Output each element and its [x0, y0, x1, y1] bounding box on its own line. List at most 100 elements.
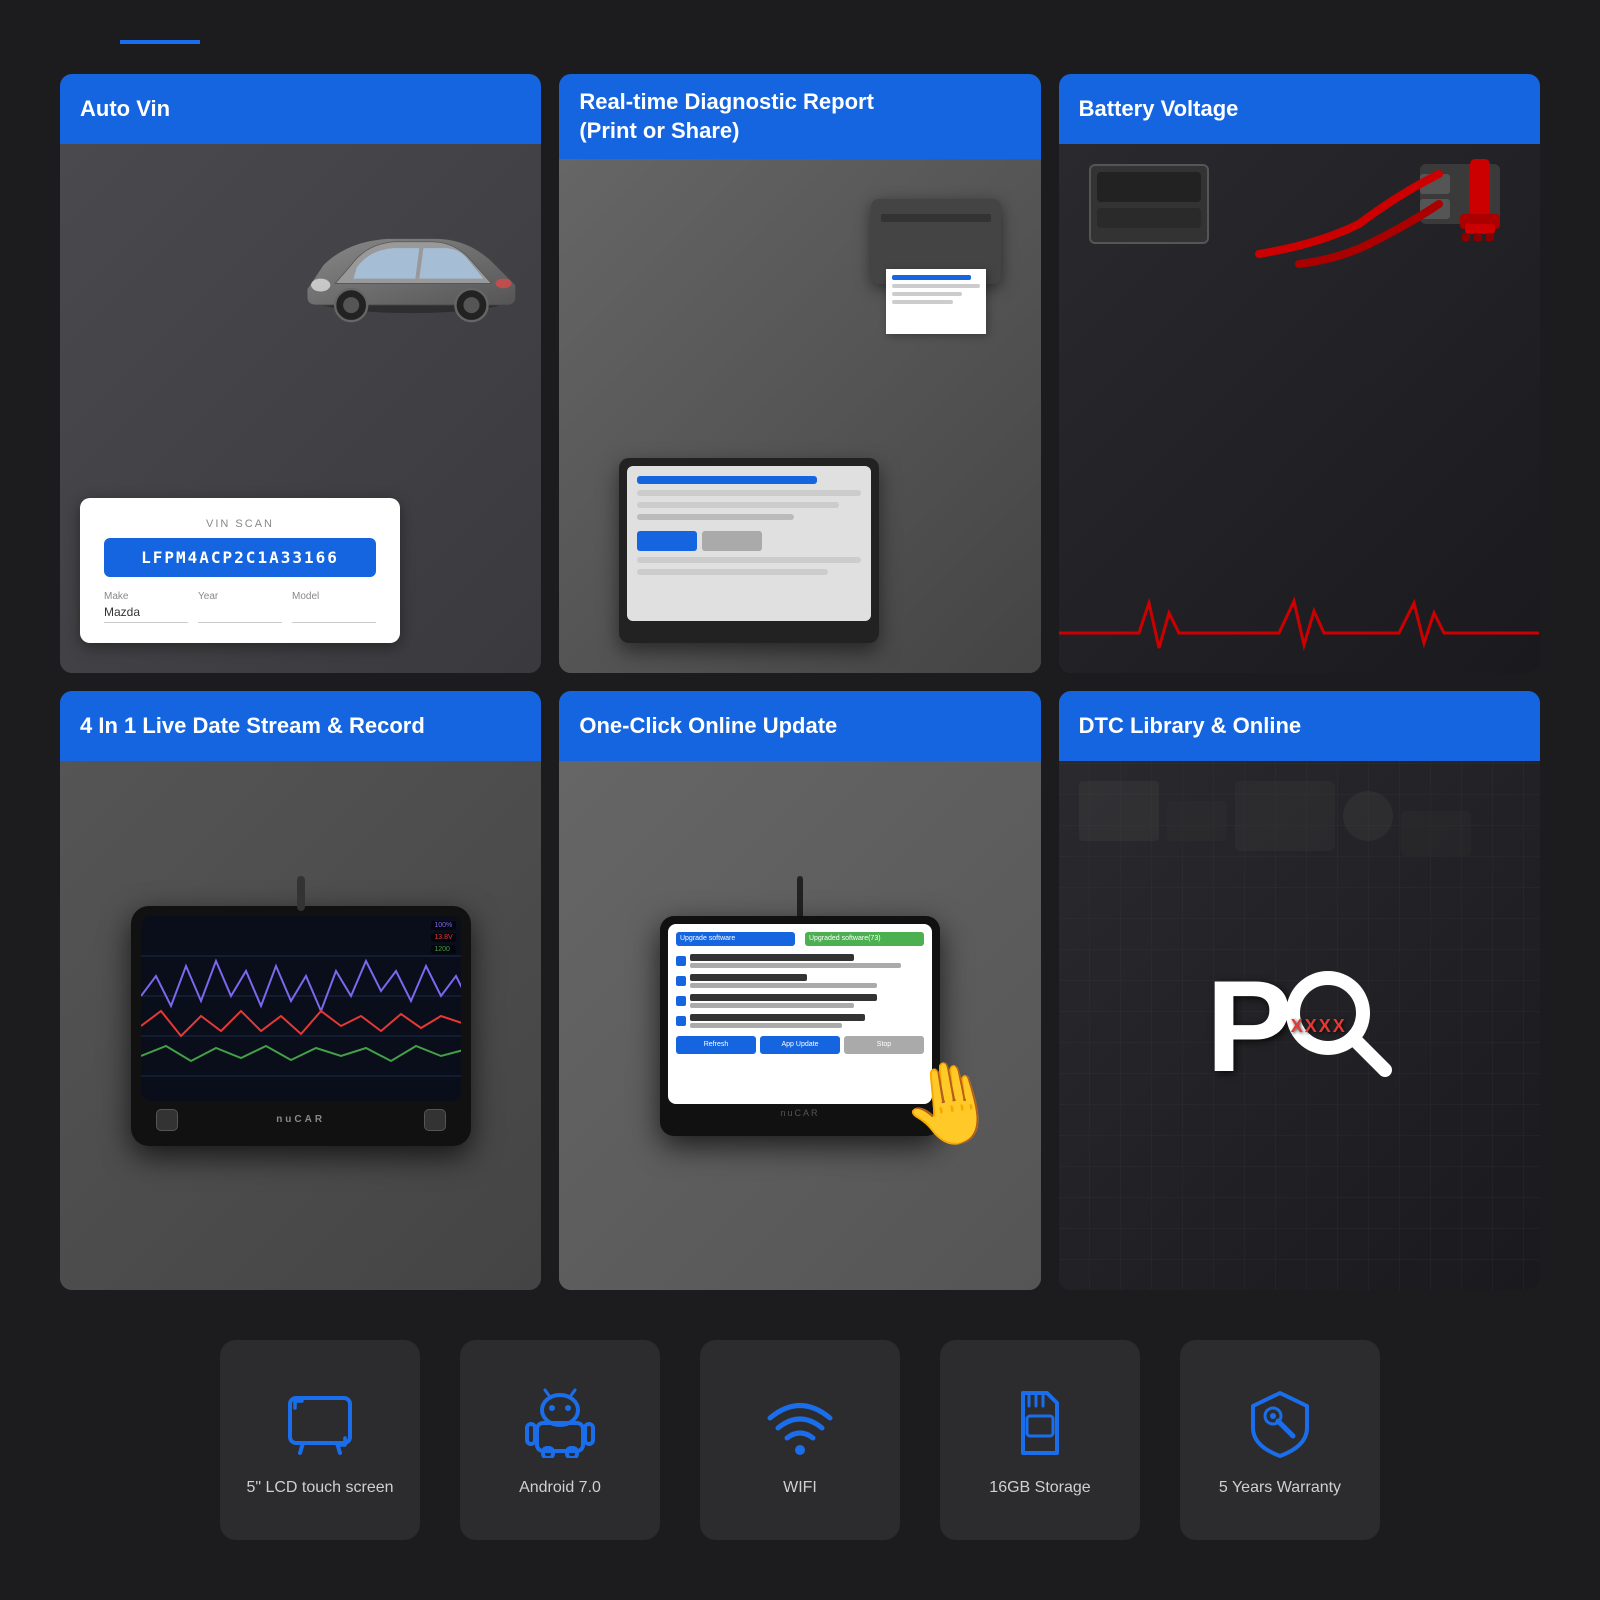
- lcd-label: 5" LCD touch screen: [246, 1479, 393, 1497]
- paper-line-2: [892, 284, 980, 288]
- device-btn-left: [156, 1109, 178, 1131]
- update-item-1: [676, 954, 924, 968]
- battery-voltage-image: [1059, 144, 1540, 673]
- update-action-buttons: Refresh App Update Stop: [676, 1036, 924, 1054]
- screen-line-6: [637, 569, 827, 575]
- vin-make-field: Make Mazda: [104, 591, 188, 623]
- btn-stop-label: Stop: [877, 1041, 891, 1048]
- item-4-detail: [690, 1023, 842, 1028]
- stream-device-body: 100% 13.8V 1200 nuCAR: [131, 906, 471, 1146]
- update-device-bottom: nuCAR: [668, 1104, 932, 1118]
- item-2-name: [690, 974, 807, 981]
- hand-emoji: 🤚: [893, 1049, 1007, 1159]
- paper-line-3: [892, 292, 962, 296]
- update-cable-body: [797, 876, 803, 921]
- item-1-text: [690, 954, 924, 968]
- wifi-label: WIFI: [783, 1479, 817, 1497]
- stream-device-container: 100% 13.8V 1200 nuCAR: [60, 761, 541, 1290]
- dtc-search-icon-container: XXXX: [1283, 968, 1393, 1083]
- wifi-icon: [765, 1388, 835, 1458]
- auto-vin-card: Auto Vin: [60, 74, 541, 673]
- vin-year-label: Year: [198, 591, 282, 602]
- update-item-2: [676, 974, 924, 988]
- screen-line-3: [637, 502, 839, 508]
- item-4-name: [690, 1014, 866, 1021]
- update-cable: [797, 876, 803, 921]
- storage-icon-symbol: [1000, 1383, 1080, 1463]
- laptop: [619, 458, 879, 643]
- warranty-icon: [1245, 1388, 1315, 1458]
- online-update-label: One-Click Online Update: [559, 691, 1040, 761]
- lcd-icon-symbol: [280, 1383, 360, 1463]
- update-item-4: [676, 1014, 924, 1028]
- btn-app-update-label: App Update: [781, 1041, 818, 1048]
- stream-device-bottom: nuCAR: [141, 1101, 461, 1131]
- device-btn-right: [424, 1109, 446, 1131]
- item-3-name: [690, 994, 877, 1001]
- screen-line-1: [637, 476, 816, 484]
- storage-icon: [1005, 1388, 1075, 1458]
- checkbox-4: [676, 1016, 686, 1026]
- dtc-library-image: P XXXX: [1059, 761, 1540, 1290]
- vin-model-value: [292, 605, 376, 623]
- android-icon-card: Android 7.0: [460, 1340, 660, 1540]
- diagnostic-report-card: Real-time Diagnostic Report (Print or Sh…: [559, 74, 1040, 673]
- bottom-icons-row: 5" LCD touch screen: [60, 1320, 1540, 1560]
- update-screen-header: Upgrade software Upgraded software(73): [676, 932, 924, 946]
- diagnostic-report-image: [559, 159, 1040, 673]
- item-2-detail: [690, 983, 877, 988]
- vin-year-value: [198, 605, 282, 623]
- printer-body: [871, 199, 1001, 284]
- online-update-card: One-Click Online Update: [559, 691, 1040, 1290]
- android-label: Android 7.0: [519, 1479, 601, 1497]
- top-accent-line: [120, 40, 200, 44]
- btn-refresh-label: Refresh: [704, 1041, 729, 1048]
- usb-cable: [297, 876, 305, 911]
- vin-model-field: Model: [292, 591, 376, 623]
- screen-btn-1: [637, 531, 697, 551]
- auto-vin-label: Auto Vin: [60, 74, 541, 144]
- clamp-svg: [1440, 159, 1520, 259]
- paper-content: [886, 269, 986, 310]
- dtc-library-card: DTC Library & Online P: [1059, 691, 1540, 1290]
- laptop-body: [619, 458, 879, 643]
- lcd-icon-card: 5" LCD touch screen: [220, 1340, 420, 1540]
- stream-labels-right: 100% 13.8V 1200: [431, 921, 455, 954]
- item-1-name: [690, 954, 854, 961]
- stream-device-screen: 100% 13.8V 1200: [141, 916, 461, 1101]
- device-brand-text: nuCAR: [276, 1114, 325, 1125]
- vin-scan-label: VIN SCAN: [104, 518, 376, 530]
- stream-label-1: 100%: [431, 921, 455, 930]
- vin-fields: Make Mazda Year Model: [104, 591, 376, 623]
- screen-buttons-row: [637, 531, 861, 551]
- dtc-library-label: DTC Library & Online: [1059, 691, 1540, 761]
- item-2-text: [690, 974, 924, 988]
- vin-number: LFPM4ACP2C1A33166: [104, 538, 376, 577]
- screen-line-4: [637, 514, 794, 520]
- upgraded-label: Upgraded software(73): [809, 935, 881, 942]
- auto-vin-image: VIN SCAN LFPM4ACP2C1A33166 Make Mazda Ye…: [60, 144, 541, 673]
- laptop-screen: [627, 466, 871, 621]
- vin-model-label: Model: [292, 591, 376, 602]
- storage-icon-card: 16GB Storage: [940, 1340, 1140, 1540]
- update-device-screen: Upgrade software Upgraded software(73): [668, 924, 932, 1104]
- cable-body: [297, 876, 305, 911]
- diagnostic-report-label: Real-time Diagnostic Report (Print or Sh…: [559, 74, 1040, 159]
- android-icon-symbol: [520, 1383, 600, 1463]
- dtc-xxxx-text: XXXX: [1291, 1016, 1347, 1037]
- wifi-icon-symbol: [760, 1383, 840, 1463]
- screen-btn-2: [702, 531, 762, 551]
- printer: [871, 199, 1001, 284]
- features-grid: Auto Vin: [60, 74, 1540, 1290]
- car-svg: [291, 213, 532, 333]
- vin-scanner-box: VIN SCAN LFPM4ACP2C1A33166 Make Mazda Ye…: [80, 498, 400, 643]
- warranty-icon-symbol: [1240, 1383, 1320, 1463]
- battery-voltage-card: Battery Voltage: [1059, 74, 1540, 673]
- btn-app-update[interactable]: App Update: [760, 1036, 840, 1054]
- screen-line-5: [637, 557, 861, 563]
- paper-line-4: [892, 300, 954, 304]
- live-stream-card: 4 In 1 Live Date Stream & Record: [60, 691, 541, 1290]
- btn-refresh[interactable]: Refresh: [676, 1036, 756, 1054]
- heartbeat-svg: [1059, 593, 1540, 653]
- btn-stop[interactable]: Stop: [844, 1036, 924, 1054]
